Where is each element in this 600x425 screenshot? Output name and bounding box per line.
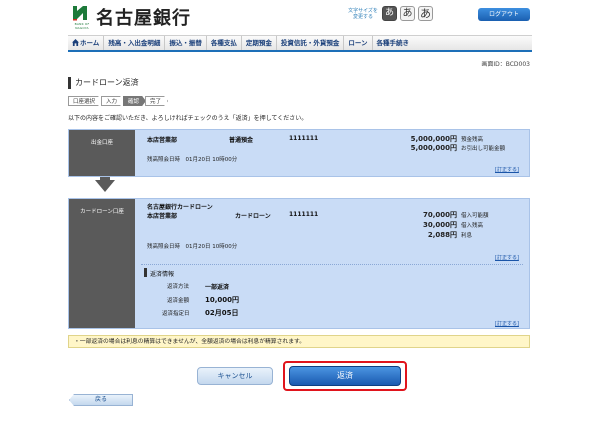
back-button[interactable]: 戻る bbox=[69, 394, 133, 406]
repayment-amount-label: 返済金額 bbox=[167, 298, 190, 304]
loan-borrowed-amount: 30,000円 bbox=[422, 221, 457, 229]
step-select-account: 口座選択 bbox=[68, 96, 102, 106]
nav-item-procedures[interactable]: 各種手続き bbox=[373, 36, 414, 50]
loan-available-amount: 70,000円 bbox=[422, 211, 457, 219]
repayment-date: 02月05日 bbox=[205, 309, 239, 317]
loan-account-number: 1111111 bbox=[289, 211, 319, 218]
source-withdrawable-label: お引出し可能金額 bbox=[461, 146, 506, 152]
loan-edit-link[interactable]: [訂正する] bbox=[495, 254, 519, 261]
loan-account-type: カードローン bbox=[235, 213, 271, 220]
nav-item-investment[interactable]: 投資信託・外貨預金 bbox=[277, 36, 345, 50]
source-balance-label: 預金残高 bbox=[461, 137, 484, 143]
nav-item-label: ホーム bbox=[80, 39, 100, 47]
nav-item-time-deposit[interactable]: 定期預金 bbox=[242, 36, 277, 50]
loan-branch: 本店営業部 bbox=[147, 213, 178, 220]
instruction-text: 以下の内容をご確認いただき、よろしければチェックのうえ「返済」を押してください。 bbox=[68, 115, 308, 122]
repayment-method-label: 返済方法 bbox=[167, 284, 190, 290]
repayment-method: 一部返済 bbox=[205, 284, 230, 291]
nav-item-loan[interactable]: ローン bbox=[344, 36, 373, 50]
nav-item-balance[interactable]: 残高・入出金明細 bbox=[104, 36, 166, 50]
repayment-amount: 10,000円 bbox=[205, 296, 240, 304]
nav-item-home[interactable]: ホーム bbox=[68, 36, 105, 50]
loan-interest-label: 利息 bbox=[461, 233, 473, 239]
fontsize-large-button[interactable]: あ bbox=[418, 6, 433, 21]
loan-available-label: 借入可能額 bbox=[461, 213, 489, 219]
step-input: 入力 bbox=[101, 96, 124, 106]
source-edit-link[interactable]: [訂正する] bbox=[495, 166, 519, 173]
repay-button[interactable]: 返済 bbox=[289, 366, 401, 386]
logo-subtitle: BANK OF NAGOYA bbox=[74, 22, 90, 30]
source-account-panel: 出金口座 本店営業部 普通預金 1111111 5,000,000円 預金残高 … bbox=[68, 129, 530, 177]
loan-account-panel: カードローン口座 名古屋銀行カードローン 本店営業部 カードローン 111111… bbox=[68, 198, 530, 329]
bank-logo-icon bbox=[72, 5, 88, 21]
loan-borrowed-label: 借入残高 bbox=[461, 223, 484, 229]
logout-button[interactable]: ログアウト bbox=[478, 8, 530, 21]
bank-name: 名古屋銀行 bbox=[96, 8, 191, 29]
loan-product-name: 名古屋銀行カードローン bbox=[147, 204, 213, 211]
notice-message: ・一部返済の場合は利息の精算はできませんが、全額返済の場合は利息が精算されます。 bbox=[68, 335, 530, 348]
source-account-number: 1111111 bbox=[289, 135, 319, 142]
repayment-edit-link[interactable]: [訂正する] bbox=[495, 320, 519, 327]
fontsize-label: 文字サイズを変更する bbox=[348, 8, 378, 20]
page-title: カードローン返済 bbox=[68, 77, 139, 89]
source-account-heading: 出金口座 bbox=[69, 130, 135, 176]
repayment-section-marker bbox=[144, 268, 147, 277]
loan-inquiry-datetime: 残高照会日時 01月20日 10時00分 bbox=[147, 244, 238, 250]
nav-item-payment[interactable]: 各種支払 bbox=[207, 36, 242, 50]
global-nav: ホーム 残高・入出金明細 振込・振替 各種支払 定期預金 投資信託・外貨預金 ロ… bbox=[68, 35, 532, 52]
section-divider bbox=[141, 264, 523, 265]
fontsize-small-button[interactable]: あ bbox=[382, 6, 397, 21]
source-withdrawable: 5,000,000円 bbox=[410, 144, 457, 152]
source-inquiry-datetime: 残高照会日時 01月20日 10時00分 bbox=[147, 157, 238, 163]
step-complete: 完了 bbox=[145, 96, 168, 106]
source-account-type: 普通預金 bbox=[229, 137, 254, 144]
flow-arrow-icon bbox=[95, 180, 115, 192]
header: BANK OF NAGOYA 名古屋銀行 文字サイズを変更する あ あ あ ログ… bbox=[0, 0, 600, 33]
step-indicator: 口座選択 入力 確認 完了 bbox=[68, 96, 167, 106]
fontsize-medium-button[interactable]: あ bbox=[400, 6, 415, 21]
home-icon bbox=[72, 39, 79, 46]
step-confirm: 確認 bbox=[123, 96, 146, 106]
cancel-button[interactable]: キャンセル bbox=[197, 367, 273, 385]
loan-account-heading: カードローン口座 bbox=[69, 199, 135, 328]
source-branch: 本店営業部 bbox=[147, 137, 178, 144]
loan-interest-amount: 2,088円 bbox=[427, 231, 457, 239]
repayment-heading: 返済情報 bbox=[150, 271, 175, 278]
nav-item-transfer[interactable]: 振込・振替 bbox=[165, 36, 207, 50]
screen-id: 画面ID：BCD003 bbox=[481, 61, 530, 68]
repayment-date-label: 返済指定日 bbox=[162, 311, 190, 317]
